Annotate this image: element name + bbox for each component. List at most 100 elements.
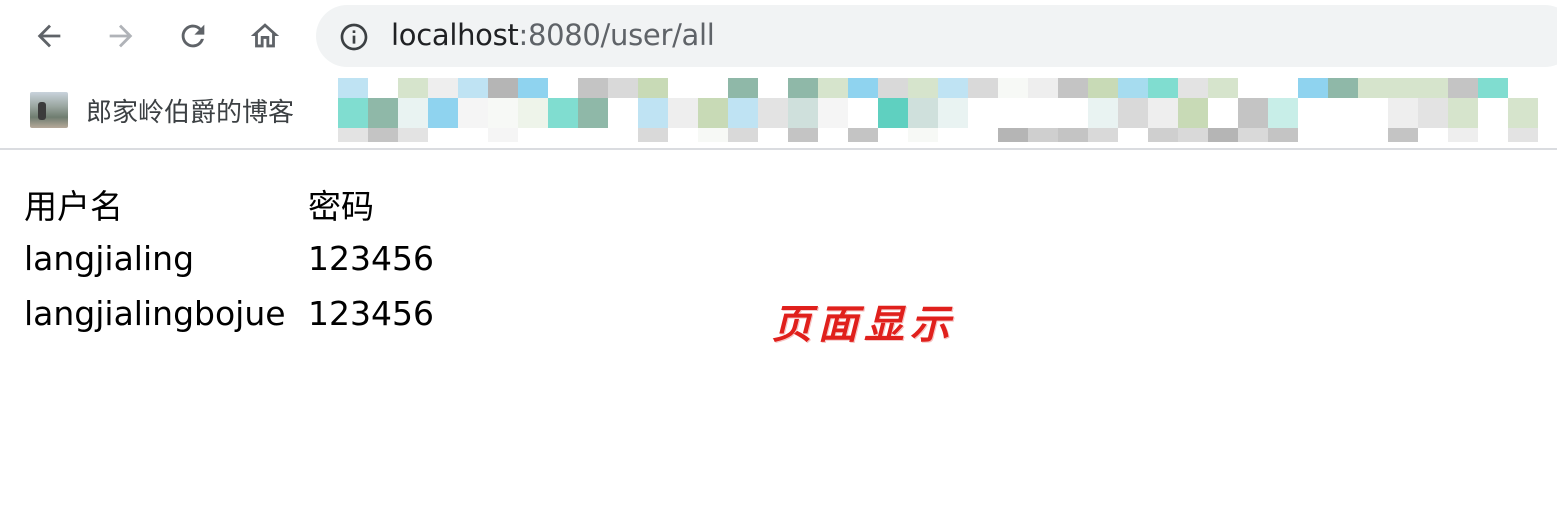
pixel-block bbox=[728, 128, 758, 142]
pixel-block bbox=[1448, 128, 1478, 142]
arrow-left-icon bbox=[37, 24, 61, 48]
pixel-block bbox=[1478, 78, 1508, 98]
bookmark-favicon-icon bbox=[30, 92, 68, 128]
pixel-block bbox=[878, 98, 908, 128]
pixelated-bookmarks-obscured bbox=[338, 78, 1557, 144]
pixel-block bbox=[728, 78, 758, 98]
pixel-block bbox=[1508, 98, 1538, 128]
pixel-block bbox=[938, 98, 968, 128]
reload-button[interactable] bbox=[171, 14, 215, 58]
pixel-block bbox=[338, 128, 368, 142]
pixel-block bbox=[1388, 128, 1418, 142]
pixel-block bbox=[1238, 98, 1268, 128]
pixel-block bbox=[1028, 128, 1058, 142]
pixel-block bbox=[818, 78, 848, 98]
pixel-block bbox=[488, 98, 518, 128]
bookmark-item[interactable]: 郎家岭伯爵的博客 bbox=[30, 90, 294, 130]
users-table: 用户名 密码 langjialing 123456 langjialingboj… bbox=[22, 176, 436, 341]
pixel-block bbox=[728, 98, 758, 128]
pixel-block bbox=[1388, 98, 1418, 128]
pixel-block bbox=[908, 98, 938, 128]
pixel-block bbox=[968, 78, 998, 98]
header-username: 用户名 bbox=[24, 186, 123, 226]
cell-password: 123456 bbox=[308, 294, 434, 333]
table-header-row: 用户名 密码 bbox=[22, 176, 436, 231]
info-icon[interactable] bbox=[338, 21, 370, 53]
pixel-block bbox=[548, 98, 578, 128]
pixel-block bbox=[458, 98, 488, 128]
pixel-block bbox=[638, 98, 668, 128]
pixel-block bbox=[368, 98, 398, 128]
pixel-block bbox=[428, 98, 458, 128]
pixel-block bbox=[428, 78, 458, 98]
pixel-block bbox=[848, 78, 878, 98]
pixel-block bbox=[818, 98, 848, 128]
pixel-block bbox=[698, 98, 728, 128]
pixel-block bbox=[878, 78, 908, 98]
back-button[interactable] bbox=[27, 14, 71, 58]
pixel-block bbox=[488, 128, 518, 142]
pixel-block bbox=[1268, 128, 1298, 142]
bookmarks-bar: 郎家岭伯爵的博客 bbox=[0, 76, 1557, 150]
browser-toolbar: localhost:8080/user/all bbox=[0, 0, 1557, 76]
pixel-block bbox=[1088, 128, 1118, 142]
reload-icon bbox=[181, 24, 205, 48]
cell-username: langjialing bbox=[24, 239, 195, 278]
pixel-block bbox=[608, 78, 638, 98]
pixel-block bbox=[908, 128, 938, 142]
address-bar[interactable]: localhost:8080/user/all bbox=[316, 5, 1557, 67]
pixel-block bbox=[1088, 78, 1118, 98]
pixel-block bbox=[788, 128, 818, 142]
pixel-block bbox=[1118, 78, 1148, 98]
pixel-block bbox=[398, 98, 428, 128]
pixel-block bbox=[368, 128, 398, 142]
pixel-block bbox=[938, 78, 968, 98]
pixel-block bbox=[1358, 78, 1388, 98]
pixel-block bbox=[1448, 98, 1478, 128]
pixel-block bbox=[338, 78, 368, 98]
url-text[interactable]: localhost:8080/user/all bbox=[391, 18, 715, 52]
header-password: 密码 bbox=[308, 186, 374, 226]
home-button[interactable] bbox=[243, 14, 287, 58]
pixel-block bbox=[1298, 78, 1328, 98]
pixel-block bbox=[1118, 98, 1148, 128]
pixel-block bbox=[1448, 78, 1478, 98]
pixel-block bbox=[1268, 98, 1298, 128]
pixel-block bbox=[1208, 78, 1238, 98]
forward-button[interactable] bbox=[99, 14, 143, 58]
arrow-right-icon bbox=[109, 24, 133, 48]
pixel-block bbox=[1508, 128, 1538, 142]
table-row: langjialingbojue 123456 bbox=[22, 286, 436, 341]
url-path: :8080/user/all bbox=[518, 18, 715, 52]
pixel-block bbox=[668, 98, 698, 128]
pixel-block bbox=[788, 98, 818, 128]
pixel-block bbox=[1028, 78, 1058, 98]
pixel-block bbox=[458, 78, 488, 98]
pixel-block bbox=[1388, 78, 1418, 98]
pixel-block bbox=[1058, 128, 1088, 142]
pixel-block bbox=[638, 78, 668, 98]
pixel-block bbox=[518, 98, 548, 128]
pixel-block bbox=[398, 78, 428, 98]
pixel-block bbox=[698, 128, 728, 142]
pixel-block bbox=[1178, 78, 1208, 98]
pixel-block bbox=[848, 128, 878, 142]
pixel-block bbox=[1418, 78, 1448, 98]
pixel-block bbox=[1418, 98, 1448, 128]
bookmark-label: 郎家岭伯爵的博客 bbox=[86, 97, 295, 128]
pixel-block bbox=[1148, 78, 1178, 98]
cell-username: langjialingbojue bbox=[24, 294, 286, 333]
pixel-block bbox=[788, 78, 818, 98]
pixel-block bbox=[908, 78, 938, 98]
pixel-block bbox=[1148, 98, 1178, 128]
pixel-block bbox=[998, 128, 1028, 142]
pixel-block bbox=[1058, 78, 1088, 98]
page-content: 用户名 密码 langjialing 123456 langjialingboj… bbox=[0, 150, 1557, 527]
cell-password: 123456 bbox=[308, 239, 434, 278]
pixel-block bbox=[578, 98, 608, 128]
pixel-block bbox=[1148, 128, 1178, 142]
table-row: langjialing 123456 bbox=[22, 231, 436, 286]
pixel-block bbox=[1178, 128, 1208, 142]
home-icon bbox=[250, 23, 280, 48]
pixel-block bbox=[578, 78, 608, 98]
